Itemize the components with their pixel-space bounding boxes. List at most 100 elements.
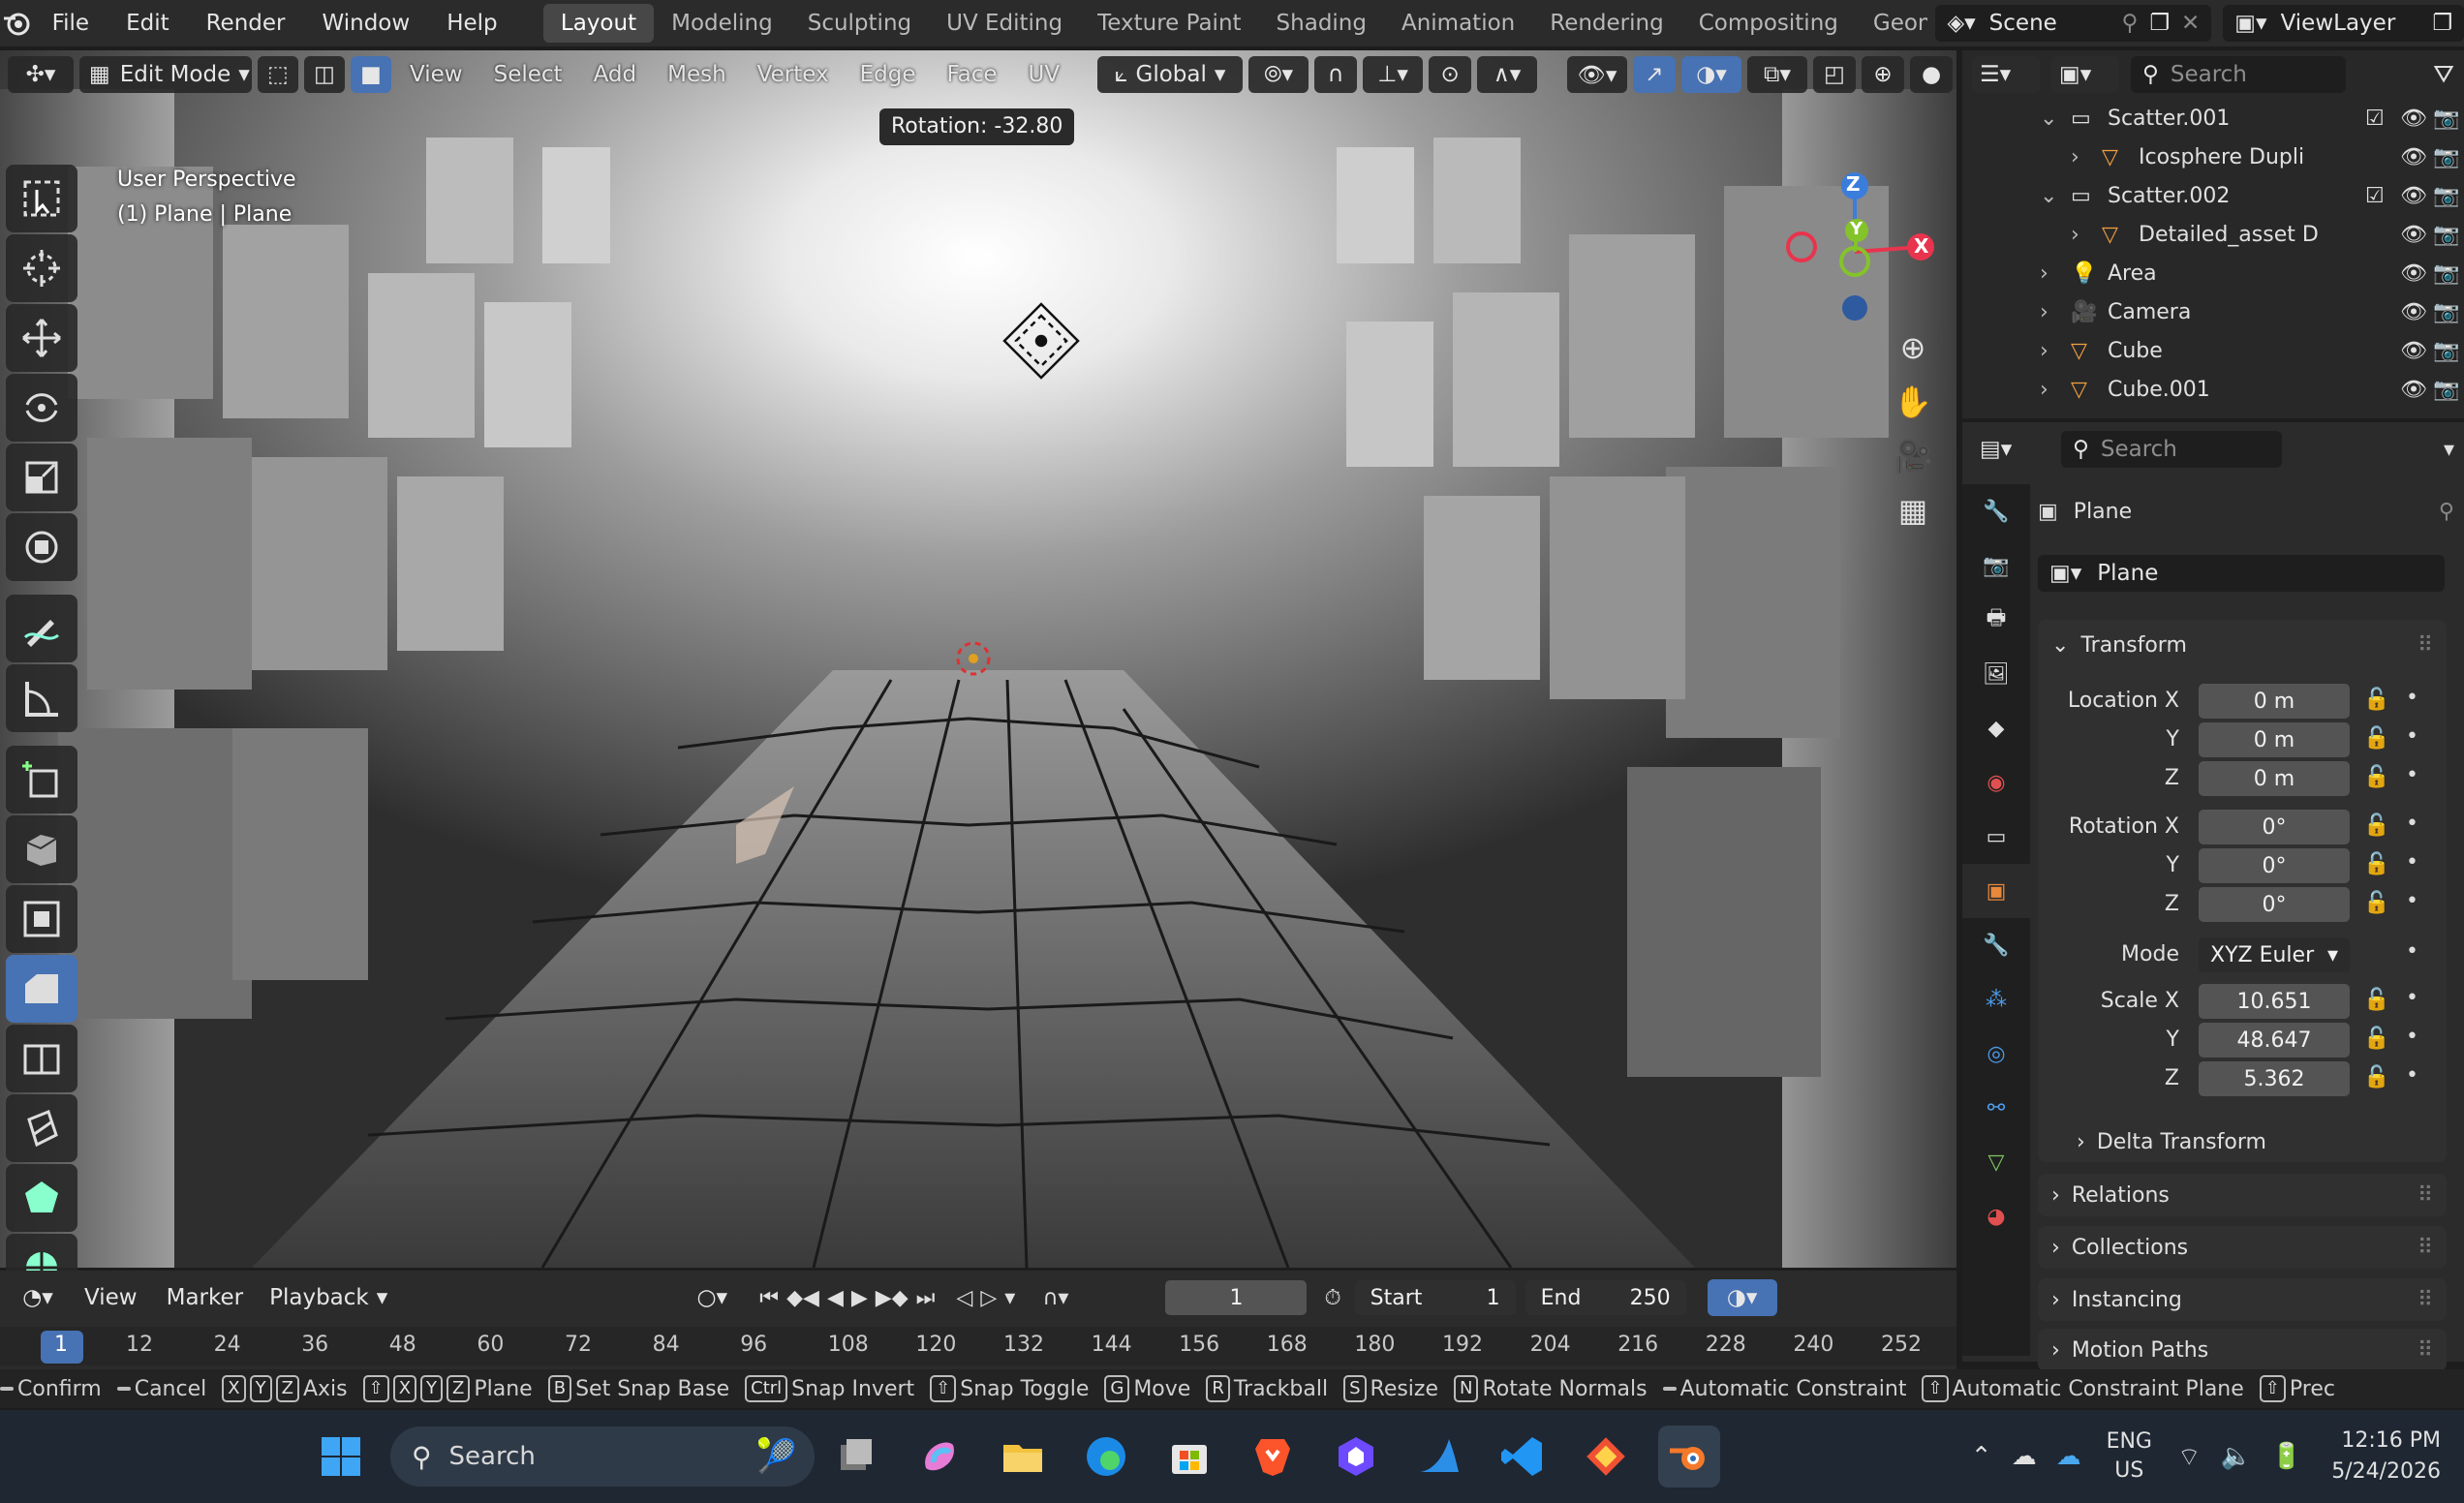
tab-constraints[interactable]: ⚯ [1962, 1081, 2030, 1135]
add-cube-tool[interactable] [6, 746, 77, 813]
play-icon[interactable]: ▶ [851, 1286, 868, 1310]
tab-sculpting[interactable]: Sculpting [790, 4, 929, 43]
language-indicator[interactable]: ENG US [2107, 1427, 2152, 1486]
tab-material[interactable]: ◕ [1962, 1189, 2030, 1243]
keyframe-dot-icon[interactable]: • [2406, 763, 2418, 787]
next-marker-icon[interactable]: ▷ [980, 1286, 997, 1310]
eye-icon[interactable]: 👁 [2400, 107, 2427, 131]
tab-output[interactable]: 🖶 [1962, 593, 2030, 647]
snap-icon[interactable]: ∩▾ [1042, 1286, 1068, 1310]
extrude-tool[interactable] [6, 815, 77, 883]
panel-delta-transform[interactable]: › Delta Transform [2063, 1123, 2447, 1160]
scale-y-field[interactable]: 48.647 [2199, 1023, 2350, 1058]
chevron-down-icon[interactable]: ▾ [2444, 438, 2454, 462]
taskbar-search[interactable]: ⚲ Search 🎾 [390, 1426, 815, 1487]
keyframe-dot-icon[interactable]: • [2406, 986, 2418, 1010]
blender-logo-icon[interactable] [0, 9, 34, 38]
tab-object[interactable]: ▣ [1962, 864, 2030, 918]
menu-file[interactable]: File [34, 0, 108, 46]
wireframe-shading-button[interactable]: ⊕ [1862, 56, 1904, 93]
end-frame-field[interactable]: End 250 [1525, 1280, 1686, 1315]
overlay-toggle[interactable]: ◑▾ [1681, 56, 1741, 93]
lock-icon[interactable]: 🔓 [2363, 726, 2389, 751]
eye-icon[interactable]: 👁 [2400, 184, 2427, 208]
git-button[interactable] [1575, 1426, 1637, 1488]
filter-icon[interactable]: ⛛ [2433, 60, 2454, 90]
tab-world[interactable]: ◉ [1962, 755, 2030, 810]
transform-tool[interactable] [6, 513, 77, 581]
transform-panel-header[interactable]: ⌄ Transform ⠿ [2038, 620, 2447, 670]
chevron-up-icon[interactable]: ⌃ [1971, 1442, 1992, 1471]
rotate-tool[interactable] [6, 374, 77, 442]
menu-face[interactable]: Face [934, 62, 1009, 87]
outliner-row[interactable]: › ▽ Cube.001 👁 📷 [1962, 370, 2464, 409]
expand-arrow-icon[interactable]: › [2040, 378, 2048, 402]
onedrive-error-icon[interactable]: ☁ [2012, 1442, 2037, 1471]
start-button[interactable] [310, 1426, 372, 1488]
tab-render[interactable]: 📷 [1962, 538, 2030, 593]
loop-cut-tool[interactable] [6, 1025, 77, 1092]
outliner-row[interactable]: › ▽ Icosphere Dupli 👁 📷 [1962, 138, 2464, 176]
timeline-overlay-toggle[interactable]: ◑▾ [1707, 1279, 1777, 1316]
outliner-display-mode[interactable]: ▣▾ [2051, 56, 2119, 93]
keyframe-dot-icon[interactable]: • [2406, 812, 2418, 836]
menu-select[interactable]: Select [481, 62, 575, 87]
store-button[interactable] [1158, 1426, 1220, 1488]
outliner-row[interactable]: ⌄ ▭ Scatter.002 ☑ 👁 📷 [1962, 176, 2464, 215]
rotation-y-field[interactable]: 0° [2199, 848, 2350, 883]
solid-shading-button[interactable]: ● [1910, 56, 1953, 93]
eye-icon[interactable]: 👁 [2400, 145, 2427, 169]
snap-target-dropdown[interactable]: ⊥▾ [1363, 56, 1424, 93]
scene-selector[interactable]: ◈▾ Scene ⚲ ❐ ✕ [1935, 5, 2212, 42]
jump-end-icon[interactable]: ⏭ [916, 1286, 936, 1310]
lock-icon[interactable]: 🔓 [2363, 813, 2389, 838]
expand-arrow-icon[interactable]: › [2040, 339, 2048, 363]
tab-modeling[interactable]: Modeling [654, 4, 790, 43]
tab-particles[interactable]: ⁂ [1962, 972, 2030, 1027]
task-view-button[interactable] [825, 1426, 887, 1488]
tab-geometry-nodes[interactable]: Geome [1856, 4, 1928, 43]
timeline-ruler[interactable] [0, 1327, 1956, 1365]
menu-window[interactable]: Window [304, 0, 429, 46]
vscode-button[interactable] [1492, 1426, 1554, 1488]
current-frame-field[interactable]: 1 [1165, 1280, 1308, 1315]
poly-build-tool[interactable] [6, 1164, 77, 1232]
drag-handle-icon[interactable]: ⠿ [2418, 1183, 2433, 1208]
file-explorer-button[interactable] [992, 1426, 1054, 1488]
tab-shading[interactable]: Shading [1259, 4, 1384, 43]
blender-taskbar-button[interactable] [1658, 1426, 1720, 1488]
clock[interactable]: 12:16 PM 5/24/2026 [2331, 1426, 2441, 1488]
timeline-editor-type[interactable]: ◔▾ [8, 1279, 68, 1316]
keyframe-dot-icon[interactable]: • [2406, 686, 2418, 710]
gizmo-toggle[interactable]: ↗ [1633, 56, 1676, 93]
mesh-overlay-dropdown[interactable]: ⧉▾ [1747, 56, 1807, 93]
annotate-tool[interactable] [6, 595, 77, 662]
camera-render-icon[interactable]: 📷 [2433, 223, 2459, 247]
location-z-field[interactable]: 0 m [2199, 761, 2350, 796]
checkbox-icon[interactable]: ☑ [2365, 184, 2385, 208]
prev-keyframe-icon[interactable]: ◆◀ [786, 1286, 819, 1310]
stopwatch-icon[interactable]: ⏱ [1324, 1286, 1340, 1310]
mode-dropdown[interactable]: ▦ Edit Mode ▾ [79, 56, 252, 93]
auto-keying-toggle[interactable]: ○▾ [682, 1279, 743, 1316]
scale-x-field[interactable]: 10.651 [2199, 984, 2350, 1019]
outliner-editor-type[interactable]: ☰▾ [1972, 56, 2040, 93]
inset-faces-tool[interactable] [6, 885, 77, 953]
menu-uv[interactable]: UV [1016, 62, 1073, 87]
proton-vpn-button[interactable] [1325, 1426, 1387, 1488]
falloff-dropdown[interactable]: ∧▾ [1477, 56, 1538, 93]
expand-arrow-icon[interactable]: › [2071, 145, 2079, 169]
tab-physics[interactable]: ◎ [1962, 1027, 2030, 1081]
copilot-button[interactable] [909, 1426, 970, 1488]
measure-tool[interactable] [6, 664, 77, 732]
timeline-menu-marker[interactable]: Marker [154, 1285, 257, 1310]
outliner-row[interactable]: ⌄ ▭ Scatter.001 ☑ 👁 📷 [1962, 99, 2464, 138]
properties-search[interactable]: ⚲ Search [2061, 431, 2282, 468]
tab-rendering[interactable]: Rendering [1532, 4, 1680, 43]
wifi-icon[interactable]: ⌔ [2177, 1441, 2201, 1473]
tab-animation[interactable]: Animation [1384, 4, 1532, 43]
rotation-z-field[interactable]: 0° [2199, 887, 2350, 922]
lock-icon[interactable]: 🔓 [2363, 1027, 2389, 1051]
viewport-3d[interactable] [0, 50, 1956, 1268]
tab-view-layer[interactable]: 🖼 [1962, 647, 2030, 701]
